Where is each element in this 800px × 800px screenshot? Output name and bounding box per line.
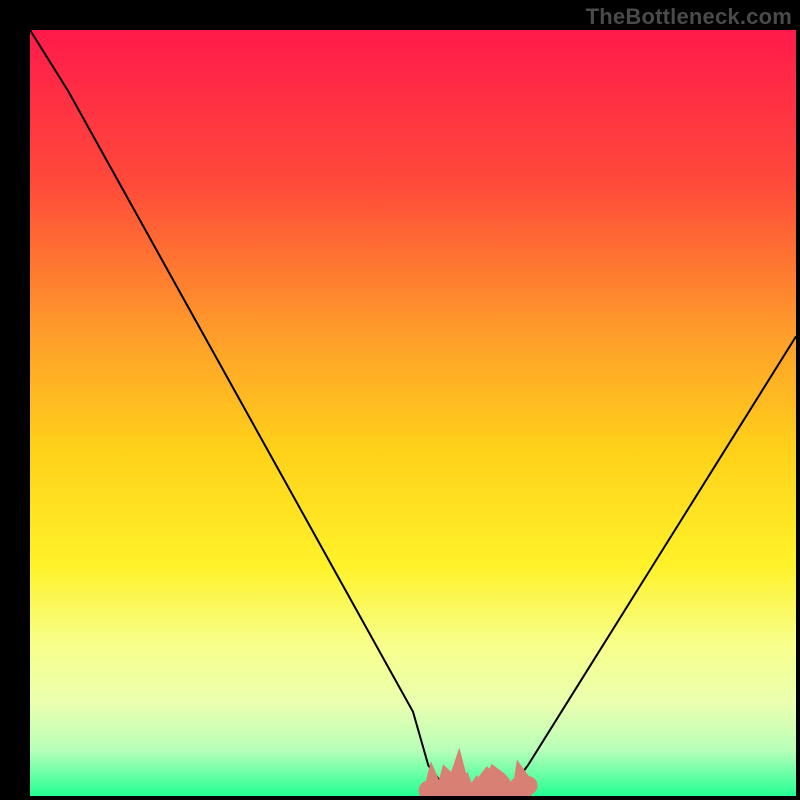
flat-minimum-highlight <box>428 779 528 796</box>
plot-area <box>30 30 796 796</box>
bottleneck-chart <box>30 30 796 796</box>
chart-frame: TheBottleneck.com <box>0 0 800 800</box>
watermark-text: TheBottleneck.com <box>586 4 792 30</box>
gradient-background <box>30 30 796 796</box>
